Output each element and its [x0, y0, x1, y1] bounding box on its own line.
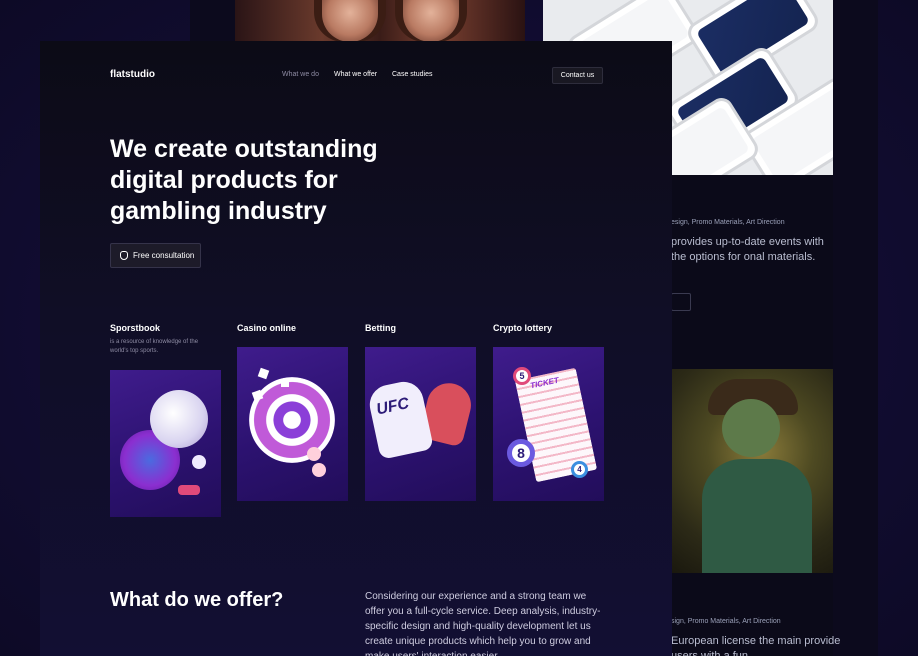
case-description: provides up-to-date events with the opti… [671, 236, 824, 263]
lottery-ball-icon: 4 [571, 461, 588, 478]
free-consultation-button[interactable]: Free consultation [110, 243, 201, 268]
category-card-crypto-lottery[interactable]: TICKET 5 8 4 [493, 347, 604, 501]
hockey-puck-icon [178, 485, 200, 495]
goblin-character-image [672, 369, 833, 573]
case-meta: sign, Promo Materials, Art Direction [671, 618, 781, 625]
section-title-what-we-offer: What do we offer? [110, 589, 284, 611]
android-icon[interactable] [671, 293, 691, 311]
dice-icon [257, 367, 270, 380]
site-logo[interactable]: flatstudio [110, 69, 155, 80]
background-panel-right [833, 0, 878, 656]
category-title-casino[interactable]: Casino online [237, 323, 296, 333]
ufc-label: UFC [374, 395, 411, 419]
lottery-ball-icon: 5 [513, 367, 531, 385]
ticket-label: TICKET [529, 375, 560, 391]
contact-us-button[interactable]: Contact us [552, 67, 603, 84]
main-landing-window: flatstudio What we do What we offer Case… [40, 41, 672, 656]
section-description: Considering our experience and a strong … [365, 591, 601, 656]
dice-icon [281, 379, 289, 387]
category-title-crypto-lottery[interactable]: Crypto lottery [493, 323, 552, 333]
chip-icon [312, 463, 326, 477]
case-description: European license the main provide users … [671, 635, 841, 656]
category-description: is a resource of knowledge of the world'… [110, 339, 199, 354]
category-card-sportsbook[interactable] [110, 370, 221, 517]
background-photo-portraits [235, 0, 525, 42]
roulette-wheel-icon [249, 377, 335, 463]
soccer-ball-icon [150, 390, 208, 448]
category-title-betting[interactable]: Betting [365, 323, 396, 333]
ufc-glove-icon: UFC [366, 378, 434, 460]
category-title-sportsbook[interactable]: Sporstbook [110, 323, 160, 333]
chip-icon [307, 447, 321, 461]
lottery-ball-icon: 8 [507, 439, 535, 467]
hero-title: We create outstanding digital products f… [110, 135, 378, 225]
hand-pointer-icon [120, 251, 128, 260]
category-card-betting[interactable]: UFC [365, 347, 476, 501]
page-canvas: esign, Promo Materials, Art Direction pr… [0, 0, 918, 656]
golf-ball-icon [192, 455, 206, 469]
category-card-casino[interactable] [237, 347, 348, 501]
free-consultation-label: Free consultation [133, 251, 195, 260]
nav-what-we-do[interactable]: What we do [282, 71, 319, 78]
case-meta: esign, Promo Materials, Art Direction [671, 219, 785, 226]
nav-what-we-offer[interactable]: What we offer [334, 71, 377, 78]
nav-case-studies[interactable]: Case studies [392, 71, 432, 78]
